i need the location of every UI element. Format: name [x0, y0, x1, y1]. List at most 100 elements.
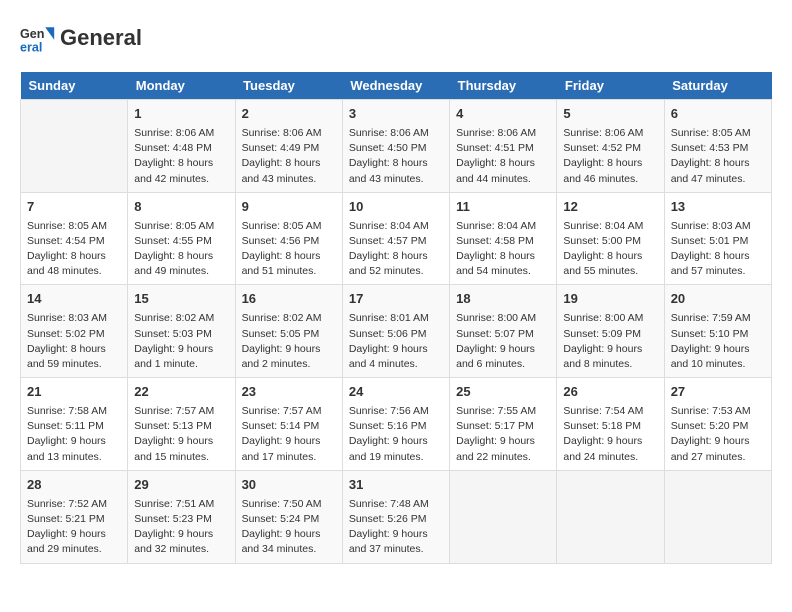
calendar-week-4: 21 Sunrise: 7:58 AM Sunset: 5:11 PM Dayli…: [21, 378, 772, 471]
day-number: 3: [349, 105, 443, 124]
day-info: Sunrise: 7:59 AM Sunset: 5:10 PM Dayligh…: [671, 311, 765, 372]
calendar-cell: [21, 100, 128, 193]
calendar-cell: 27 Sunrise: 7:53 AM Sunset: 5:20 PM Dayli…: [664, 378, 771, 471]
day-info: Sunrise: 7:53 AM Sunset: 5:20 PM Dayligh…: [671, 404, 765, 465]
calendar-cell: [557, 470, 664, 563]
day-info: Sunrise: 7:56 AM Sunset: 5:16 PM Dayligh…: [349, 404, 443, 465]
header-day-tuesday: Tuesday: [235, 72, 342, 100]
calendar-cell: 19 Sunrise: 8:00 AM Sunset: 5:09 PM Dayli…: [557, 285, 664, 378]
day-number: 17: [349, 290, 443, 309]
calendar-cell: 22 Sunrise: 7:57 AM Sunset: 5:13 PM Dayli…: [128, 378, 235, 471]
day-number: 29: [134, 476, 228, 495]
day-info: Sunrise: 8:03 AM Sunset: 5:02 PM Dayligh…: [27, 311, 121, 372]
calendar-cell: 25Sunrise: 7:55 AM Sunset: 5:17 PM Dayli…: [450, 378, 557, 471]
header-day-friday: Friday: [557, 72, 664, 100]
day-info: Sunrise: 8:05 AM Sunset: 4:53 PM Dayligh…: [671, 126, 765, 187]
calendar-cell: 28Sunrise: 7:52 AM Sunset: 5:21 PM Dayli…: [21, 470, 128, 563]
calendar-cell: 3 Sunrise: 8:06 AM Sunset: 4:50 PM Daylig…: [342, 100, 449, 193]
calendar-cell: 20 Sunrise: 7:59 AM Sunset: 5:10 PM Dayli…: [664, 285, 771, 378]
calendar-cell: [664, 470, 771, 563]
day-number: 23: [242, 383, 336, 402]
day-number: 21: [27, 383, 121, 402]
day-number: 7: [27, 198, 121, 217]
calendar-cell: 14 Sunrise: 8:03 AM Sunset: 5:02 PM Dayli…: [21, 285, 128, 378]
logo-text: General: [60, 26, 142, 50]
day-info: Sunrise: 7:48 AM Sunset: 5:26 PM Dayligh…: [349, 497, 443, 558]
calendar-cell: 2 Sunrise: 8:06 AM Sunset: 4:49 PM Daylig…: [235, 100, 342, 193]
day-info: Sunrise: 8:04 AM Sunset: 4:58 PM Dayligh…: [456, 219, 550, 280]
calendar-cell: 6Sunrise: 8:05 AM Sunset: 4:53 PM Daylig…: [664, 100, 771, 193]
day-info: Sunrise: 8:05 AM Sunset: 4:55 PM Dayligh…: [134, 219, 228, 280]
day-number: 22: [134, 383, 228, 402]
day-number: 15: [134, 290, 228, 309]
day-number: 16: [242, 290, 336, 309]
calendar-cell: 15Sunrise: 8:02 AM Sunset: 5:03 PM Dayli…: [128, 285, 235, 378]
calendar-header: SundayMondayTuesdayWednesdayThursdayFrid…: [21, 72, 772, 100]
day-number: 12: [563, 198, 657, 217]
day-info: Sunrise: 8:02 AM Sunset: 5:05 PM Dayligh…: [242, 311, 336, 372]
day-number: 31: [349, 476, 443, 495]
day-info: Sunrise: 8:03 AM Sunset: 5:01 PM Dayligh…: [671, 219, 765, 280]
day-info: Sunrise: 8:04 AM Sunset: 4:57 PM Dayligh…: [349, 219, 443, 280]
calendar-cell: 16 Sunrise: 8:02 AM Sunset: 5:05 PM Dayli…: [235, 285, 342, 378]
svg-text:Gen: Gen: [20, 27, 45, 41]
day-info: Sunrise: 8:04 AM Sunset: 5:00 PM Dayligh…: [563, 219, 657, 280]
page-header: Gen eral General: [20, 20, 772, 56]
day-info: Sunrise: 8:05 AM Sunset: 4:56 PM Dayligh…: [242, 219, 336, 280]
calendar-cell: 9 Sunrise: 8:05 AM Sunset: 4:56 PM Daylig…: [235, 192, 342, 285]
calendar-week-3: 14 Sunrise: 8:03 AM Sunset: 5:02 PM Dayli…: [21, 285, 772, 378]
calendar-cell: 17 Sunrise: 8:01 AM Sunset: 5:06 PM Dayli…: [342, 285, 449, 378]
day-number: 10: [349, 198, 443, 217]
day-info: Sunrise: 7:50 AM Sunset: 5:24 PM Dayligh…: [242, 497, 336, 558]
day-number: 30: [242, 476, 336, 495]
calendar-cell: 5Sunrise: 8:06 AM Sunset: 4:52 PM Daylig…: [557, 100, 664, 193]
day-info: Sunrise: 8:01 AM Sunset: 5:06 PM Dayligh…: [349, 311, 443, 372]
header-day-sunday: Sunday: [21, 72, 128, 100]
calendar-cell: 10 Sunrise: 8:04 AM Sunset: 4:57 PM Dayli…: [342, 192, 449, 285]
day-number: 25: [456, 383, 550, 402]
calendar-cell: 23Sunrise: 7:57 AM Sunset: 5:14 PM Dayli…: [235, 378, 342, 471]
logo-icon: Gen eral: [20, 20, 56, 56]
calendar-cell: 29 Sunrise: 7:51 AM Sunset: 5:23 PM Dayli…: [128, 470, 235, 563]
day-number: 2: [242, 105, 336, 124]
day-info: Sunrise: 7:54 AM Sunset: 5:18 PM Dayligh…: [563, 404, 657, 465]
day-number: 24: [349, 383, 443, 402]
svg-text:eral: eral: [20, 41, 42, 55]
calendar-cell: 26Sunrise: 7:54 AM Sunset: 5:18 PM Dayli…: [557, 378, 664, 471]
day-info: Sunrise: 7:51 AM Sunset: 5:23 PM Dayligh…: [134, 497, 228, 558]
calendar-cell: 11 Sunrise: 8:04 AM Sunset: 4:58 PM Dayli…: [450, 192, 557, 285]
day-info: Sunrise: 8:05 AM Sunset: 4:54 PM Dayligh…: [27, 219, 121, 280]
day-number: 1: [134, 105, 228, 124]
calendar-cell: 12 Sunrise: 8:04 AM Sunset: 5:00 PM Dayli…: [557, 192, 664, 285]
day-info: Sunrise: 8:06 AM Sunset: 4:49 PM Dayligh…: [242, 126, 336, 187]
day-number: 11: [456, 198, 550, 217]
day-number: 27: [671, 383, 765, 402]
day-info: Sunrise: 8:06 AM Sunset: 4:52 PM Dayligh…: [563, 126, 657, 187]
calendar-week-1: 1 Sunrise: 8:06 AM Sunset: 4:48 PM Daylig…: [21, 100, 772, 193]
calendar-table: SundayMondayTuesdayWednesdayThursdayFrid…: [20, 72, 772, 564]
day-info: Sunrise: 8:06 AM Sunset: 4:50 PM Dayligh…: [349, 126, 443, 187]
calendar-week-5: 28Sunrise: 7:52 AM Sunset: 5:21 PM Dayli…: [21, 470, 772, 563]
day-info: Sunrise: 7:57 AM Sunset: 5:13 PM Dayligh…: [134, 404, 228, 465]
day-number: 8: [134, 198, 228, 217]
header-day-wednesday: Wednesday: [342, 72, 449, 100]
calendar-cell: 13Sunrise: 8:03 AM Sunset: 5:01 PM Dayli…: [664, 192, 771, 285]
day-info: Sunrise: 8:00 AM Sunset: 5:07 PM Dayligh…: [456, 311, 550, 372]
header-day-monday: Monday: [128, 72, 235, 100]
day-info: Sunrise: 7:58 AM Sunset: 5:11 PM Dayligh…: [27, 404, 121, 465]
day-info: Sunrise: 8:00 AM Sunset: 5:09 PM Dayligh…: [563, 311, 657, 372]
day-number: 14: [27, 290, 121, 309]
calendar-week-2: 7 Sunrise: 8:05 AM Sunset: 4:54 PM Daylig…: [21, 192, 772, 285]
day-number: 18: [456, 290, 550, 309]
day-number: 19: [563, 290, 657, 309]
calendar-cell: 8 Sunrise: 8:05 AM Sunset: 4:55 PM Daylig…: [128, 192, 235, 285]
calendar-cell: 31 Sunrise: 7:48 AM Sunset: 5:26 PM Dayli…: [342, 470, 449, 563]
day-number: 9: [242, 198, 336, 217]
day-number: 4: [456, 105, 550, 124]
calendar-body: 1 Sunrise: 8:06 AM Sunset: 4:48 PM Daylig…: [21, 100, 772, 564]
calendar-cell: 4 Sunrise: 8:06 AM Sunset: 4:51 PM Daylig…: [450, 100, 557, 193]
day-number: 20: [671, 290, 765, 309]
day-info: Sunrise: 8:06 AM Sunset: 4:51 PM Dayligh…: [456, 126, 550, 187]
calendar-cell: 18 Sunrise: 8:00 AM Sunset: 5:07 PM Dayli…: [450, 285, 557, 378]
day-info: Sunrise: 8:06 AM Sunset: 4:48 PM Dayligh…: [134, 126, 228, 187]
